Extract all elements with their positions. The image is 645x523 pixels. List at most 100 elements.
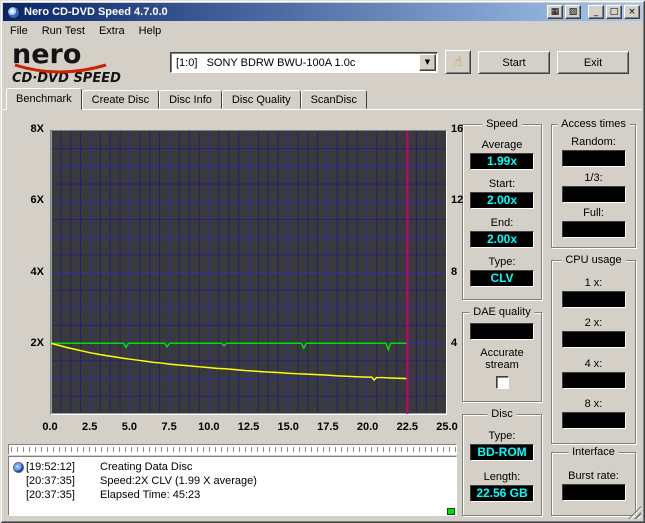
benchmark-chart: 2X 4X 6X 8X 4 8 12 16 0.0 2.5 5.0 7.5 10.0 12.5 15.0 17… bbox=[10, 120, 480, 435]
disc-panel-title: Disc bbox=[487, 408, 517, 420]
interface-panel-fields: Burst rate: bbox=[552, 459, 635, 511]
log-entry-text: Speed:2X CLV (1.99 X average) bbox=[100, 475, 257, 487]
access-times-field-label: Full: bbox=[583, 207, 604, 220]
chart-canvas bbox=[51, 131, 446, 414]
disc-field-label: Type: bbox=[488, 430, 516, 443]
menubar: File Run Test Extra Help bbox=[3, 21, 642, 40]
speed-field-label: Start: bbox=[488, 178, 516, 190]
cpu-usage-field-label: 1 x: bbox=[584, 276, 603, 289]
x-axis-tick: 20.0 bbox=[356, 421, 379, 433]
tab-disc-info[interactable]: Disc Info bbox=[159, 90, 222, 109]
chevron-down-icon[interactable]: ▼ bbox=[419, 54, 436, 71]
access-times-field: Full: bbox=[561, 207, 626, 239]
exit-button[interactable]: Exit bbox=[557, 51, 629, 74]
status-log: [19:52:12] Creating Data Disc [20:37:35] Sp… bbox=[8, 456, 457, 516]
x-axis-tick: 22.5 bbox=[396, 421, 418, 433]
tab-bar: Benchmark Create Disc Disc Info Disc Qualit… bbox=[6, 88, 368, 110]
y-axis-left-tick: 8X bbox=[30, 123, 44, 135]
x-axis-tick: 25.0 bbox=[436, 421, 458, 433]
y-axis-left-tick: 4X bbox=[30, 265, 44, 278]
tab-disc-quality[interactable]: Disc Quality bbox=[221, 90, 301, 109]
access-times-panel: Access times Random: 1/3: Full: bbox=[551, 118, 636, 248]
log-entry-text: Creating Data Disc bbox=[100, 461, 193, 473]
cpu-usage-field-label: 2 x: bbox=[584, 317, 603, 330]
tab-create-disc[interactable]: Create Disc bbox=[81, 90, 160, 109]
disc-field-value: 22.56 GB bbox=[470, 484, 534, 502]
menu-item-extra[interactable]: Extra bbox=[92, 22, 132, 40]
drive-selector[interactable]: [1:0] SONY BDRW BWU-100A 1.0c ▼ bbox=[170, 52, 438, 73]
cpu-usage-field-value bbox=[561, 371, 626, 389]
speed-field-label: Type: bbox=[488, 256, 516, 268]
y-axis-right-tick: 4 bbox=[451, 336, 458, 349]
maximize-button[interactable]: □ bbox=[606, 5, 622, 19]
y-axis-right-tick: 12 bbox=[451, 194, 464, 207]
x-axis-tick: 5.0 bbox=[121, 421, 138, 433]
close-button[interactable]: × bbox=[624, 5, 640, 19]
hand-button[interactable]: ☝ bbox=[445, 50, 471, 74]
x-axis-tick: 10.0 bbox=[198, 421, 220, 433]
cpu-usage-field-label: 8 x: bbox=[584, 398, 603, 411]
x-axis-tick: 0.0 bbox=[42, 421, 58, 433]
cpu-usage-panel-title: CPU usage bbox=[561, 254, 626, 266]
log-entry-time: [20:37:35] bbox=[26, 475, 75, 487]
access-times-field-label: 1/3: bbox=[584, 171, 603, 184]
log-entry-text: Elapsed Time: 45:23 bbox=[100, 489, 201, 501]
disc-field-label: Length: bbox=[483, 470, 521, 483]
interface-field-label: Burst rate: bbox=[568, 469, 619, 482]
cpu-usage-field: 2 x: bbox=[561, 317, 626, 349]
y-axis-right-tick: 16 bbox=[451, 123, 464, 135]
menu-item-file[interactable]: File bbox=[3, 22, 35, 40]
titlebar: Nero CD-DVD Speed 4.7.0.0 ▦ ▨ _ □ × bbox=[3, 3, 642, 21]
x-axis-tick: 7.5 bbox=[161, 421, 177, 433]
cpu-usage-field: 1 x: bbox=[561, 276, 626, 308]
minimize-button[interactable]: _ bbox=[588, 5, 604, 19]
cpu-usage-field-value bbox=[561, 290, 626, 308]
interface-field: Burst rate: bbox=[561, 469, 626, 501]
shortcut-panel-button[interactable]: ▨ bbox=[565, 5, 581, 19]
access-times-field-value bbox=[561, 185, 626, 203]
x-axis-tick: 17.5 bbox=[317, 421, 339, 433]
accurate-stream-label: Accurate stream bbox=[480, 347, 524, 371]
hand-pointer-icon: ☝ bbox=[453, 54, 463, 70]
interface-panel-title: Interface bbox=[568, 446, 619, 458]
disc-field: Length: 22.56 GB bbox=[470, 471, 534, 502]
access-times-field: Random: bbox=[561, 136, 626, 167]
drive-selector-value: [1:0] SONY BDRW BWU-100A 1.0c bbox=[176, 56, 356, 69]
chart-plot-area bbox=[50, 130, 447, 415]
y-axis-left-tick: 2X bbox=[30, 336, 44, 349]
tab-scandisc[interactable]: ScanDisc bbox=[300, 90, 368, 109]
cpu-usage-field-label: 4 x: bbox=[584, 357, 603, 370]
log-entry: [19:52:12] Creating Data Disc bbox=[13, 460, 452, 474]
accurate-stream-checkbox[interactable] bbox=[495, 376, 509, 389]
access-times-field-value bbox=[561, 149, 626, 167]
disc-write-icon bbox=[13, 461, 24, 473]
access-times-panel-fields: Random: 1/3: Full: bbox=[552, 131, 635, 243]
shortcut-grid-button[interactable]: ▦ bbox=[547, 5, 563, 19]
app-icon[interactable] bbox=[7, 5, 20, 19]
speed-field-label: Average bbox=[481, 139, 523, 151]
x-axis-tick: 12.5 bbox=[237, 421, 260, 433]
x-axis-tick: 15.0 bbox=[277, 421, 299, 433]
app-window: Nero CD-DVD Speed 4.7.0.0 ▦ ▨ _ □ × File Run … bbox=[0, 0, 645, 523]
menu-item-run-test[interactable]: Run Test bbox=[35, 22, 92, 40]
y-axis-left-tick: 6X bbox=[30, 194, 44, 207]
log-entry-time: [20:37:35] bbox=[26, 489, 75, 501]
speed-panel-title: Speed bbox=[482, 118, 522, 130]
log-entry-spacer bbox=[13, 476, 26, 487]
titlebar-buttons: ▦ ▨ _ □ × bbox=[545, 5, 640, 19]
tab-benchmark[interactable]: Benchmark bbox=[6, 88, 82, 110]
interface-panel: Interface Burst rate: bbox=[551, 446, 636, 516]
nero-logo: nero CD·DVD SPEED bbox=[12, 41, 167, 86]
cpu-usage-panel: CPU usage 1 x: 2 x: 4 x: 8 x: bbox=[551, 254, 636, 444]
nero-logo-swoosh-icon bbox=[14, 63, 107, 74]
access-times-field-value bbox=[561, 221, 626, 239]
log-entry: [20:37:35] Elapsed Time: 45:23 bbox=[13, 488, 452, 502]
cpu-usage-field-value bbox=[561, 331, 626, 349]
menu-item-help[interactable]: Help bbox=[132, 22, 169, 40]
log-entry: [20:37:35] Speed:2X CLV (1.99 X average) bbox=[13, 474, 452, 488]
cpu-usage-field: 8 x: bbox=[561, 398, 626, 430]
log-entry-time: [19:52:12] bbox=[26, 461, 75, 473]
status-log-lines: [19:52:12] Creating Data Disc [20:37:35] Sp… bbox=[13, 460, 452, 502]
disc-field-value: BD-ROM bbox=[470, 444, 534, 462]
start-button[interactable]: Start bbox=[478, 51, 550, 74]
